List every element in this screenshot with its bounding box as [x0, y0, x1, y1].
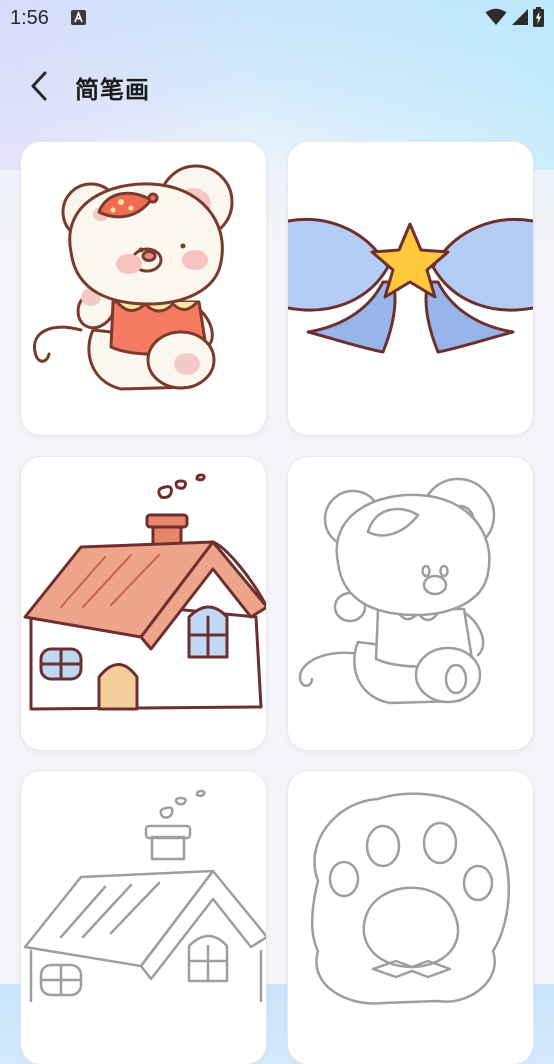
drawing-card-mouse-colored[interactable]	[21, 142, 266, 435]
page-title: 简笔画	[75, 77, 150, 104]
drawing-card-paw-outline[interactable]	[288, 771, 533, 1064]
chevron-left-icon[interactable]	[24, 68, 58, 104]
status-bar: 1:56	[0, 0, 554, 36]
mouse-outline-illustration	[298, 477, 496, 705]
wifi-icon	[485, 8, 507, 25]
battery-charging-icon	[533, 7, 544, 27]
house-outline-illustration	[23, 789, 266, 1003]
drawing-card-bow-with-star[interactable]	[288, 142, 533, 435]
text-a-icon	[71, 10, 86, 25]
mouse-colored-illustration	[33, 164, 234, 391]
status-time: 1:56	[10, 7, 49, 29]
house-colored-illustration	[23, 473, 266, 711]
drawing-card-house-colored[interactable]	[21, 457, 266, 750]
paw-outline-illustration	[310, 792, 510, 1005]
bow-with-star-illustration	[288, 217, 533, 354]
drawing-card-house-outline[interactable]	[21, 771, 266, 1064]
app-header: 简笔画	[0, 56, 554, 116]
drawing-card-mouse-outline[interactable]	[288, 457, 533, 750]
signal-icon	[512, 9, 528, 25]
